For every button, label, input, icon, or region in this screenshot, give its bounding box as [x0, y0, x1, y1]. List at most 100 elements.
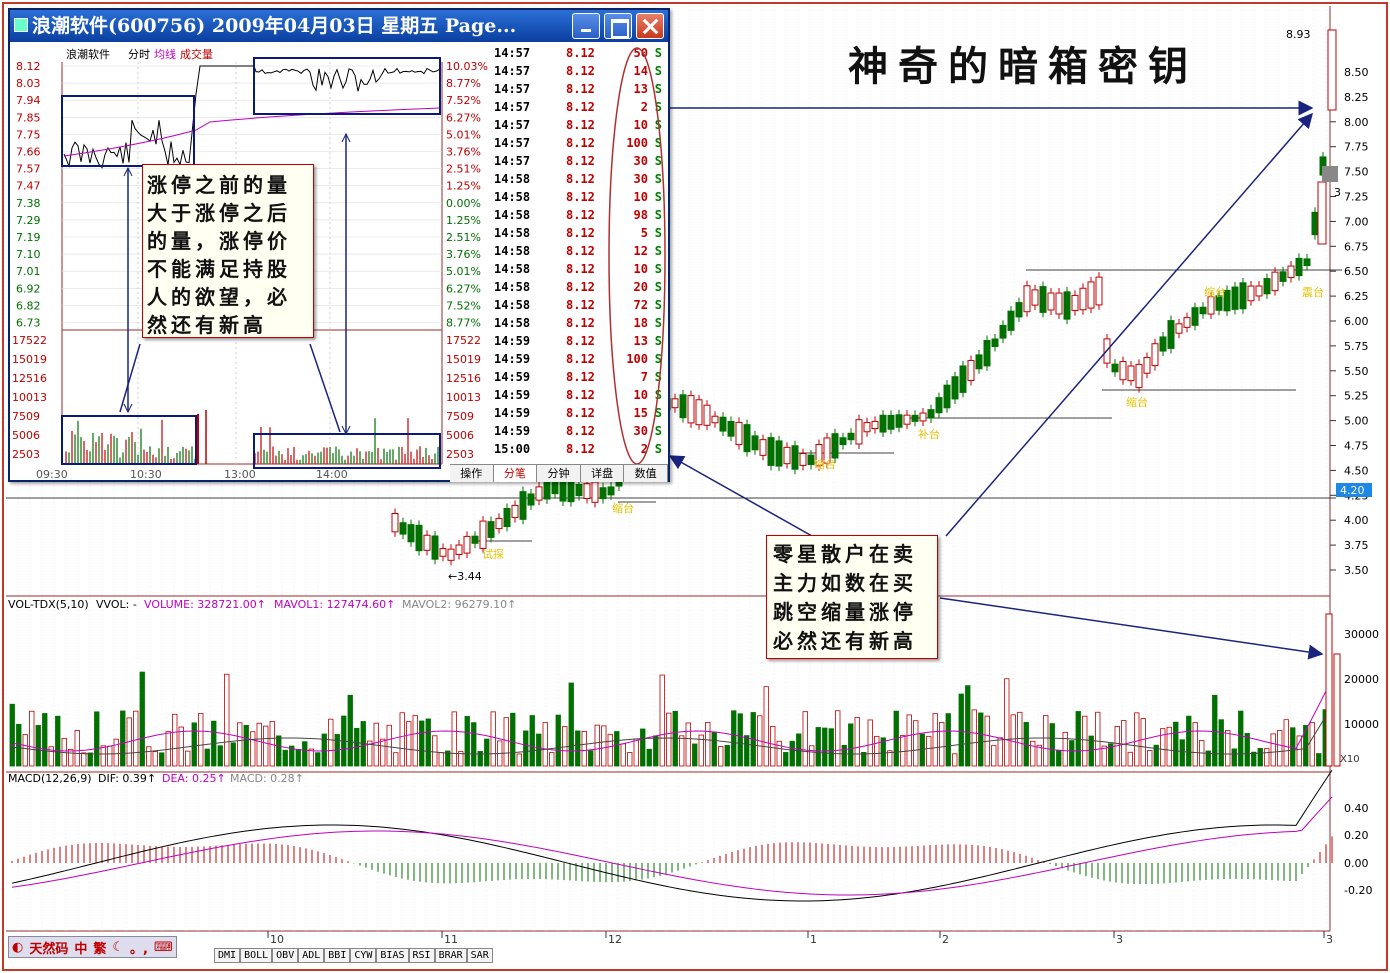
- tab-operate[interactable]: 操作: [450, 465, 494, 482]
- indicator-tab-adl[interactable]: ADL: [298, 948, 325, 963]
- trade-highlight-ellipse: [608, 47, 666, 465]
- trade-price: 8.12: [566, 64, 595, 78]
- price-axis-label: 8.00: [1344, 116, 1369, 129]
- trade-price: 8.12: [566, 172, 595, 186]
- indicator-tab-cyw[interactable]: CYW: [350, 948, 377, 963]
- minimize-button[interactable]: [572, 13, 600, 39]
- intraday-pct-label: 5.01%: [446, 128, 481, 141]
- ime-name[interactable]: 天然码: [26, 938, 71, 957]
- trade-time: 14:58: [494, 172, 531, 186]
- intraday-price-label: 7.10: [16, 248, 41, 261]
- vol-mavol1: MAVOL1: 127474.60↑: [274, 598, 395, 611]
- page-title: 神奇的暗箱密钥: [848, 43, 1198, 90]
- trade-price: 8.12: [566, 424, 595, 438]
- intraday-pct-label: 8.77%: [446, 317, 481, 330]
- indicator-tab-bbi[interactable]: BBI: [324, 948, 351, 963]
- trade-time: 14:58: [494, 190, 531, 204]
- price-axis-label: 4.75: [1344, 440, 1369, 453]
- ime-traditional[interactable]: 繁: [90, 938, 109, 957]
- window-titlebar[interactable]: 浪潮软件(600756) 2009年04月03日 星期五 Page...: [10, 10, 668, 42]
- trade-price: 8.12: [566, 100, 595, 114]
- price-axis-label: 4.50: [1344, 464, 1369, 477]
- macd-axis-label: -0.20: [1344, 884, 1372, 897]
- trade-time: 14:57: [494, 64, 531, 78]
- callout-line: 的量，涨停价: [147, 229, 291, 253]
- vol-axis-label: 30000: [1344, 628, 1379, 641]
- callout-line: 然还有新高: [147, 313, 267, 337]
- intraday-time-label: 14:00: [316, 468, 348, 481]
- intraday-price-label: 7.01: [16, 265, 41, 278]
- trade-time: 14:59: [494, 334, 531, 348]
- trade-time: 14:59: [494, 424, 531, 438]
- trade-time: 14:58: [494, 208, 531, 222]
- ime-moon-icon[interactable]: ☾: [109, 940, 127, 955]
- maximize-button[interactable]: [604, 13, 632, 39]
- tab-values[interactable]: 数值: [624, 465, 668, 482]
- macd-axis-label: 0.00: [1344, 857, 1369, 870]
- callout-line: 涨停之前的量: [147, 173, 291, 197]
- intraday-price-label: 7.38: [16, 197, 41, 210]
- indicator-tab-brar[interactable]: BRAR: [434, 948, 467, 963]
- indicator-tab-bias[interactable]: BIAS: [376, 948, 409, 963]
- intraday-price-label: 7.19: [16, 231, 41, 244]
- window-title: 浪潮软件(600756) 2009年04月03日 星期五 Page...: [32, 15, 517, 37]
- close-button[interactable]: [636, 13, 664, 39]
- vol-volume: VOLUME: 328721.00↑: [144, 598, 266, 611]
- indicator-tab-obv[interactable]: OBV: [272, 948, 299, 963]
- trade-price: 8.12: [566, 352, 595, 366]
- trade-time: 14:59: [494, 388, 531, 402]
- callout-line: 不能满足持股: [147, 257, 291, 281]
- intraday-time-label: 13:00: [224, 468, 256, 481]
- vol-axis-label: 10000: [1344, 718, 1379, 731]
- intraday-pct-label: 5.01%: [446, 265, 481, 278]
- legend-mode: 分时: [128, 48, 150, 61]
- ime-toolbar[interactable]: ◐ 天然码 中 繁 ☾ 。, ⌨: [8, 936, 177, 958]
- callout-line: 零星散户在卖: [773, 542, 917, 566]
- indicator-tab-boll[interactable]: BOLL: [240, 948, 273, 963]
- x-axis-label: 3: [1326, 933, 1333, 946]
- intraday-pct-label: 1.25%: [446, 180, 481, 193]
- annotation-label: 缩台: [612, 501, 634, 515]
- trade-time: 14:58: [494, 280, 531, 294]
- trade-price: 8.12: [566, 334, 595, 348]
- x-axis-label: 10: [270, 933, 284, 946]
- bottom-bar: ◐ 天然码 中 繁 ☾ 。, ⌨: [8, 934, 177, 964]
- intraday-price-label: 7.66: [16, 146, 41, 159]
- intraday-price-label: 7.57: [16, 163, 41, 176]
- trade-time: 14:58: [494, 262, 531, 276]
- price-axis-label: 8.50: [1344, 66, 1369, 79]
- price-axis-label: 6.75: [1344, 240, 1369, 253]
- intraday-vol-label-right: 7509: [446, 410, 474, 423]
- indicator-tab-sar[interactable]: SAR: [466, 948, 493, 963]
- intraday-price-label: 6.73: [16, 317, 41, 330]
- trade-price: 8.12: [566, 118, 595, 132]
- price-axis-label: 5.75: [1344, 340, 1369, 353]
- price-axis-label: 6.50: [1344, 265, 1369, 278]
- indicator-tab-dmi[interactable]: DMI: [214, 948, 241, 963]
- legend-vol: 成交量: [180, 47, 213, 61]
- ime-keyboard-icon[interactable]: ⌨: [151, 940, 176, 955]
- intraday-time-label: 10:30: [130, 468, 162, 481]
- price-axis-label: 6.25: [1344, 290, 1369, 303]
- ime-chinese[interactable]: 中: [71, 938, 90, 957]
- legend-name: 浪潮软件: [66, 47, 110, 61]
- tab-minute[interactable]: 分钟: [537, 465, 581, 482]
- trade-time: 14:57: [494, 118, 531, 132]
- trade-price: 8.12: [566, 46, 595, 60]
- x-axis-label: 1: [810, 933, 817, 946]
- indicator-tab-rsi[interactable]: RSI: [408, 948, 435, 963]
- price-axis-label: 7.00: [1344, 215, 1369, 228]
- vol-axis-label: 20000: [1344, 673, 1379, 686]
- trade-price: 8.12: [566, 280, 595, 294]
- trade-price: 8.12: [566, 406, 595, 420]
- intraday-price-label: 7.75: [16, 128, 41, 141]
- intraday-window[interactable]: 浪潮软件(600756) 2009年04月03日 星期五 Page... 浪潮软…: [8, 8, 670, 482]
- vol-vvol: VVOL: -: [96, 598, 137, 611]
- callout-gap-limit-up: 零星散户在卖 主力如数在买 跳空缩量涨停 必然还有新高: [766, 535, 938, 659]
- trade-price: 8.12: [566, 136, 595, 150]
- ime-punct-icon[interactable]: 。,: [127, 938, 151, 957]
- tab-ticks[interactable]: 分笔: [493, 465, 538, 482]
- trade-price: 8.12: [566, 298, 595, 312]
- tab-detail[interactable]: 详盘: [580, 465, 625, 482]
- intraday-pct-label: 2.51%: [446, 231, 481, 244]
